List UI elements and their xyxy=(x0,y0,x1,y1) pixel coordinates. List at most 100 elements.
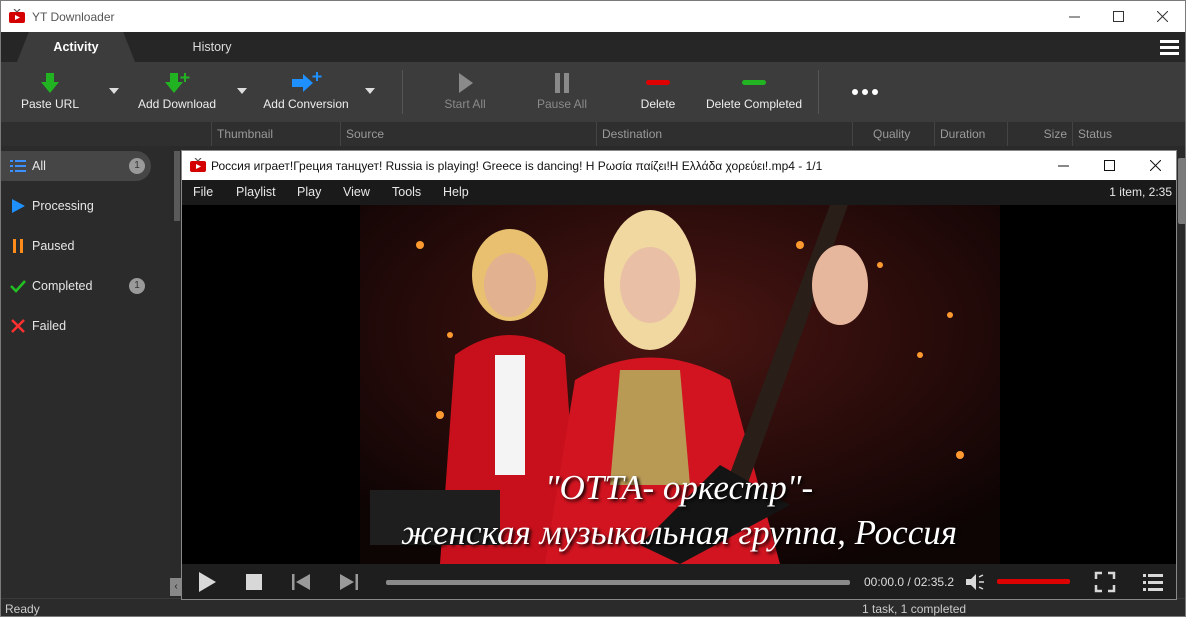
minimize-icon xyxy=(1068,16,1080,18)
time-readout: 00:00.0 / 02:35.2 xyxy=(864,575,955,589)
minus-red-icon xyxy=(646,80,670,85)
subtitle-line-1: "OTTA- оркестр"- xyxy=(544,468,814,507)
delete-completed-button[interactable]: Delete Completed xyxy=(703,62,805,122)
player-controls: 00:00.0 / 02:35.2 xyxy=(182,564,1176,599)
media-player-window: Россия играет!Греция танцует! Russia is … xyxy=(181,150,1177,600)
volume-slider[interactable] xyxy=(997,579,1070,584)
sidebar-item-label: Completed xyxy=(32,279,93,293)
playlist-info: 1 item, 2:35 xyxy=(1109,185,1172,199)
menu-playlist[interactable]: Playlist xyxy=(236,185,276,199)
paste-url-button[interactable]: Paste URL xyxy=(15,62,85,122)
pause-all-label: Pause All xyxy=(536,97,588,111)
tab-history[interactable]: History xyxy=(156,32,268,62)
delete-label: Delete xyxy=(640,97,676,111)
more-options-button[interactable] xyxy=(843,62,887,122)
play-blue-icon xyxy=(12,199,25,213)
add-download-dropdown-icon[interactable] xyxy=(236,87,248,95)
sidebar: All 1 Processing Paused Completed 1 Fail… xyxy=(1,146,170,598)
minimize-button[interactable] xyxy=(1051,1,1097,32)
subtitle-line-2: женская музыкальная группа, Россия xyxy=(400,513,958,552)
menu-tools[interactable]: Tools xyxy=(392,185,421,199)
app-title: YT Downloader xyxy=(32,10,115,24)
add-download-button[interactable]: Add Download xyxy=(134,62,220,122)
sidebar-item-all[interactable]: All 1 xyxy=(1,151,151,181)
app-logo-icon xyxy=(190,158,206,172)
toolbar-separator xyxy=(402,70,403,114)
next-icon[interactable] xyxy=(338,571,360,593)
status-text: Ready xyxy=(5,602,40,616)
player-minimize-button[interactable] xyxy=(1040,151,1086,180)
delete-button[interactable]: Delete xyxy=(631,62,685,122)
menu-file[interactable]: File xyxy=(193,185,213,199)
app-window: YT Downloader Activity History Paste URL xyxy=(0,0,1186,617)
start-all-button[interactable]: Start All xyxy=(435,62,495,122)
previous-icon[interactable] xyxy=(290,571,312,593)
more-dots-icon xyxy=(852,89,878,95)
column-duration[interactable]: Duration xyxy=(934,122,1007,146)
sidebar-item-failed[interactable]: Failed xyxy=(1,311,151,341)
checkmark-icon xyxy=(10,280,26,293)
add-download-icon xyxy=(165,73,190,93)
column-destination[interactable]: Destination xyxy=(596,122,852,146)
tab-bar: Activity History xyxy=(1,32,1185,62)
column-size[interactable]: Size xyxy=(1007,122,1072,146)
add-conversion-icon xyxy=(292,72,322,92)
video-frame xyxy=(360,205,1000,564)
add-conversion-label: Add Conversion xyxy=(263,97,349,111)
play-icon[interactable] xyxy=(196,571,218,593)
volume-icon[interactable] xyxy=(964,571,986,593)
menu-hamburger-icon[interactable] xyxy=(1160,40,1179,55)
playlist-icon[interactable] xyxy=(1142,571,1164,593)
player-close-button[interactable] xyxy=(1132,151,1178,180)
vertical-scrollbar[interactable] xyxy=(1177,146,1185,598)
add-conversion-dropdown-icon[interactable] xyxy=(364,87,376,95)
sidebar-item-label: All xyxy=(32,159,46,173)
player-menu-bar: File Playlist Play View Tools Help 1 ite… xyxy=(182,180,1176,205)
video-surface[interactable]: "OTTA- оркестр"- женская музыкальная гру… xyxy=(182,205,1176,564)
minus-green-icon xyxy=(742,80,766,85)
column-thumbnail[interactable]: Thumbnail xyxy=(211,122,340,146)
player-maximize-button[interactable] xyxy=(1086,151,1132,180)
add-download-label: Add Download xyxy=(137,97,217,111)
menu-help[interactable]: Help xyxy=(443,185,469,199)
sidebar-item-label: Processing xyxy=(32,199,94,213)
menu-play[interactable]: Play xyxy=(297,185,321,199)
stop-icon[interactable] xyxy=(243,571,265,593)
list-icon xyxy=(10,160,26,172)
task-summary: 1 task, 1 completed xyxy=(862,602,967,616)
title-bar: YT Downloader xyxy=(1,1,1185,32)
fullscreen-icon[interactable] xyxy=(1094,571,1116,593)
count-badge: 1 xyxy=(129,158,145,174)
column-quality[interactable]: Quality xyxy=(852,122,934,146)
count-badge: 1 xyxy=(129,278,145,294)
menu-view[interactable]: View xyxy=(343,185,370,199)
sidebar-item-completed[interactable]: Completed 1 xyxy=(1,271,151,301)
toolbar: Paste URL Add Download Add Conversion St… xyxy=(1,62,1185,122)
sidebar-item-label: Paused xyxy=(32,239,75,253)
close-button[interactable] xyxy=(1139,1,1185,32)
column-status[interactable]: Status xyxy=(1072,122,1172,146)
play-icon xyxy=(459,73,473,93)
sidebar-item-label: Failed xyxy=(32,319,67,333)
column-source[interactable]: Source xyxy=(340,122,596,146)
player-title-bar: Россия играет!Греция танцует! Russia is … xyxy=(182,151,1176,180)
sidebar-item-paused[interactable]: Paused xyxy=(1,231,151,261)
player-title: Россия играет!Греция танцует! Russia is … xyxy=(211,159,823,173)
add-conversion-button[interactable]: Add Conversion xyxy=(259,62,353,122)
sidebar-item-processing[interactable]: Processing xyxy=(1,191,151,221)
pause-all-button[interactable]: Pause All xyxy=(529,62,595,122)
column-header: Thumbnail Source Destination Quality Dur… xyxy=(1,122,1185,146)
close-icon xyxy=(1156,11,1168,22)
scrollbar-thumb[interactable] xyxy=(1178,158,1185,224)
pause-orange-icon xyxy=(13,239,23,253)
list-row-edge xyxy=(174,151,180,221)
tab-activity[interactable]: Activity xyxy=(17,32,135,62)
maximize-icon xyxy=(1103,160,1115,171)
seek-bar[interactable] xyxy=(386,580,850,585)
start-all-label: Start All xyxy=(444,97,486,111)
paste-url-dropdown-icon[interactable] xyxy=(108,87,120,95)
paste-url-label: Paste URL xyxy=(20,97,80,111)
status-bar: Ready 1 task, 1 completed xyxy=(1,598,1185,616)
maximize-button[interactable] xyxy=(1095,1,1141,32)
app-logo-icon xyxy=(9,9,25,23)
